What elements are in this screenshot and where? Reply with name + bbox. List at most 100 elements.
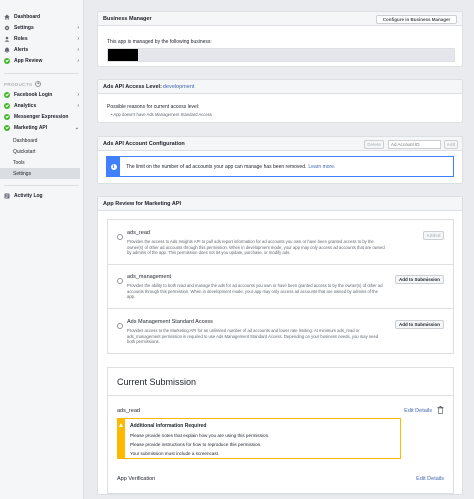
sidebar-subitem-quickstart[interactable]: Quickstart <box>0 146 80 157</box>
sidebar-item-alerts[interactable]: Alerts › <box>0 44 84 55</box>
sidebar-subitem-label: Dashboard <box>13 137 38 144</box>
sidebar-item-analytics[interactable]: Analytics › <box>0 100 84 111</box>
added-button: Added <box>423 231 444 240</box>
access-reason-item: • App doesn't have Ads Management Standa… <box>111 112 212 117</box>
permission-radio[interactable] <box>117 278 123 284</box>
notice-text: The limit on the number of ad accounts y… <box>126 163 307 170</box>
learn-more-link[interactable]: Learn more. <box>308 164 335 170</box>
sidebar-item-label: Roles <box>14 35 28 42</box>
permission-ads-management: ads_management Provides the ability to b… <box>107 265 454 309</box>
sidebar-item-facebook-login[interactable]: Facebook Login › <box>0 89 84 100</box>
add-product-icon[interactable]: + <box>35 81 42 87</box>
gear-icon <box>4 25 10 31</box>
access-level-value[interactable]: development <box>163 84 195 90</box>
delete-button[interactable]: Delete <box>364 139 384 149</box>
submission-title: Current Submission <box>117 377 197 387</box>
sidebar-item-dashboard[interactable]: Dashboard <box>0 11 84 22</box>
sidebar-subitem-label: Settings <box>13 170 32 177</box>
sidebar-divider <box>4 73 79 74</box>
warning-line: Please provide notes that explain how yo… <box>130 433 270 438</box>
access-level-card: Ads API Access Level: development Possib… <box>97 79 463 123</box>
warning-line: Your submission must include a screencas… <box>130 451 220 456</box>
sidebar-item-messenger-expression[interactable]: Messenger Expression <box>0 111 84 122</box>
sidebar-subitem-dashboard[interactable]: Dashboard <box>0 135 80 146</box>
add-account-button[interactable]: Add <box>444 139 458 149</box>
sidebar-item-activity-log[interactable]: Activity Log <box>0 190 84 201</box>
permission-radio[interactable] <box>117 323 123 329</box>
sidebar-item-label: Facebook Login <box>14 91 53 98</box>
sidebar-divider <box>4 185 79 186</box>
sidebar-item-label: App Review <box>14 57 43 64</box>
permission-standard-access: Ads Management Standard Access Provides … <box>107 309 454 354</box>
permission-name: ads_read <box>127 230 150 236</box>
app-verification-label: App Verification <box>117 476 156 482</box>
permission-name: ads_management <box>127 274 172 280</box>
sidebar-item-label: Activity Log <box>14 192 43 199</box>
add-to-submission-button[interactable]: Add to Submission <box>395 275 444 284</box>
card-header: App Review for Marketing API <box>98 197 462 211</box>
check-circle-icon <box>4 102 10 109</box>
trash-icon[interactable] <box>437 406 444 416</box>
sidebar-subitem-tools[interactable]: Tools <box>0 157 80 168</box>
sidebar-item-roles[interactable]: Roles › <box>0 33 84 44</box>
chevron-right-icon: › <box>77 24 79 31</box>
chevron-right-icon: › <box>77 35 79 42</box>
card-header: Ads API Account Configuration Delete Add <box>98 137 462 151</box>
info-strip: i <box>107 157 120 176</box>
sidebar-item-label: Marketing API <box>14 124 48 131</box>
sidebar-item-label: Settings <box>14 24 34 31</box>
permission-description: Provides the ability to both read and ma… <box>127 283 383 300</box>
business-name-field <box>107 48 455 62</box>
business-manager-card: Business Manager Configure in Business M… <box>97 11 463 67</box>
chevron-right-icon: › <box>77 57 79 64</box>
sidebar-subitem-settings[interactable]: Settings <box>0 168 80 179</box>
home-icon <box>4 14 10 20</box>
warning-strip <box>118 419 125 458</box>
edit-details-link[interactable]: Edit Details <box>404 408 432 414</box>
check-circle-icon <box>4 113 10 120</box>
warning-title: Additional Information Required <box>130 423 207 429</box>
card-title: Business Manager <box>103 15 152 22</box>
chevron-right-icon: › <box>77 46 79 53</box>
access-reasons-heading: Possible reasons for current access leve… <box>107 104 200 110</box>
card-title: Ads API Account Configuration <box>103 140 185 147</box>
card-header: Business Manager Configure in Business M… <box>98 12 462 26</box>
card-title: App Review for Marketing API <box>103 200 182 207</box>
add-to-submission-button[interactable]: Add to Submission <box>395 320 444 329</box>
check-circle-icon <box>4 124 10 131</box>
chevron-down-icon: ⌄ <box>74 124 79 131</box>
configure-business-manager-button[interactable]: Configure in Business Manager <box>376 14 457 24</box>
permission-description: Provides access to the Marketing API for… <box>127 328 379 345</box>
info-icon: i <box>110 163 117 170</box>
chevron-right-icon: › <box>77 91 79 98</box>
bell-icon <box>4 47 10 53</box>
managed-by-text: This app is managed by the following bus… <box>107 39 212 45</box>
products-heading: PRODUCTS + <box>4 81 42 87</box>
permission-description: Provides the access to Ads Insights API … <box>127 239 385 256</box>
submission-item-name: ads_read <box>117 408 140 414</box>
permission-name: Ads Management Standard Access <box>127 319 213 325</box>
warning-line: Please provide instructions for how to r… <box>130 442 262 447</box>
verification-edit-link[interactable]: Edit Details <box>416 476 444 482</box>
check-circle-icon <box>4 57 10 64</box>
card-header: Ads API Access Level: development <box>98 80 462 94</box>
sidebar-item-label: Analytics <box>14 102 37 109</box>
sidebar-item-marketing-api[interactable]: Marketing API ⌄ <box>0 122 84 133</box>
permission-radio[interactable] <box>117 234 123 240</box>
chevron-right-icon: › <box>77 102 79 109</box>
additional-info-warning: Additional Information Required Please p… <box>117 418 401 459</box>
submission-header: Current Submission <box>108 368 453 396</box>
warning-icon <box>119 423 123 427</box>
check-circle-icon <box>4 91 10 98</box>
sidebar-item-label: Messenger Expression <box>14 113 69 120</box>
access-level-title: Ads API Access Level: <box>103 83 162 90</box>
redacted-business-name <box>108 49 138 61</box>
sidebar-item-settings[interactable]: Settings › <box>0 22 84 33</box>
account-limit-notice: i The limit on the number of ad accounts… <box>106 156 454 177</box>
sidebar-item-app-review[interactable]: App Review › <box>0 55 84 66</box>
sidebar-item-label: Alerts <box>14 46 29 53</box>
ad-account-id-input[interactable] <box>388 139 441 149</box>
sidebar: Dashboard Settings › Roles › Alerts › Ap… <box>0 0 84 499</box>
sidebar-subitem-label: Tools <box>13 159 25 166</box>
sidebar-item-label: Dashboard <box>14 13 41 20</box>
